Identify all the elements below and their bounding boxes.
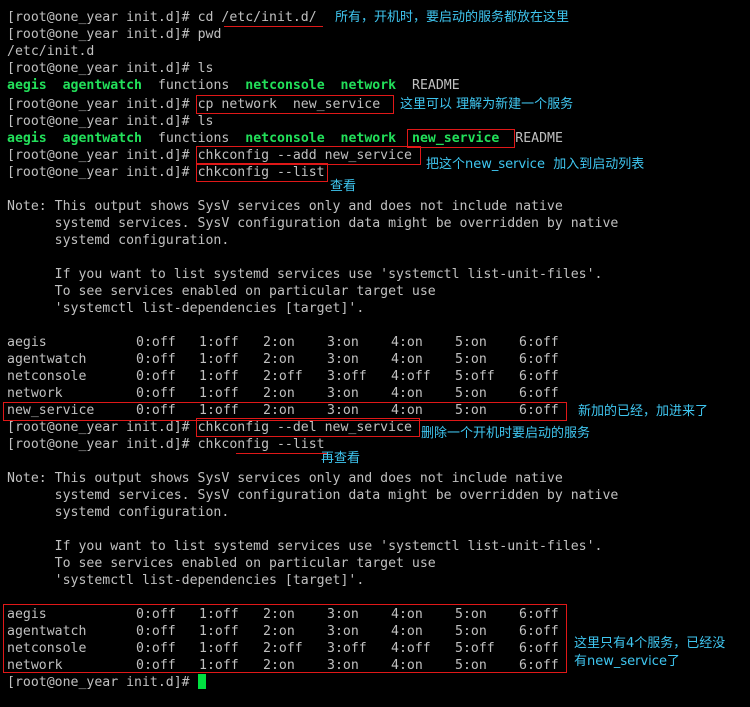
ls-item: agentwatch	[62, 78, 142, 93]
service-name: agentwatch	[7, 352, 87, 367]
annotation-only-four-1: 这里只有4个服务，已经没	[574, 636, 726, 651]
prompt-line-pwd: [root@one_year init.d]# pwd	[7, 26, 221, 43]
runlevel-status: 1:off	[199, 386, 239, 401]
annotation-new-service: 这里可以 理解为新建一个服务	[400, 97, 574, 112]
output-pwd: /etc/init.d	[7, 44, 95, 59]
prompt: [root@one_year init.d]#	[7, 437, 198, 452]
ls-item: netconsole	[245, 131, 325, 146]
service-name: aegis	[7, 335, 47, 350]
runlevel-status: 6:off	[519, 335, 559, 350]
highlight-table-2	[3, 604, 567, 673]
note-line: To see services enabled on particular ta…	[7, 284, 436, 299]
highlight-cp-box	[196, 95, 394, 114]
prompt-line-cd: [root@one_year init.d]# cd /etc/init.d/	[7, 9, 317, 26]
runlevel-status: 5:on	[455, 352, 487, 367]
prompt-line-ls: [root@one_year init.d]# ls	[7, 60, 213, 77]
prompt-line-ls2: [root@one_year init.d]# ls	[7, 113, 213, 130]
command-ls: ls	[197, 61, 214, 76]
cursor[interactable]	[197, 674, 206, 689]
service-name: netconsole	[7, 369, 87, 384]
prompt: [root@one_year init.d]#	[7, 10, 198, 25]
note-line: Note: This output shows SysV services on…	[7, 199, 563, 214]
prompt-line-final[interactable]: [root@one_year init.d]#	[7, 674, 206, 691]
prompt: [root@one_year init.d]#	[7, 148, 198, 163]
runlevel-status: 2:off	[263, 369, 303, 384]
runlevel-status: 0:off	[136, 386, 176, 401]
note-line: If you want to list systemd services use…	[7, 539, 603, 554]
service-name: network	[7, 386, 63, 401]
prompt-line-list2: [root@one_year init.d]# chkconfig --list	[7, 436, 325, 453]
underline-list2	[236, 453, 328, 454]
runlevel-status: 0:off	[136, 352, 176, 367]
ls-item: aegis	[7, 78, 47, 93]
runlevel-status: 5:on	[455, 386, 487, 401]
prompt: [root@one_year init.d]#	[7, 165, 198, 180]
note-line: If you want to list systemd services use…	[7, 267, 603, 282]
runlevel-status: 0:off	[136, 335, 176, 350]
runlevel-status: 4:off	[391, 369, 431, 384]
command-pwd: pwd	[197, 27, 222, 42]
command-cd: cd /etc/init.d/	[197, 10, 317, 25]
runlevel-status: 6:off	[519, 352, 559, 367]
prompt: [root@one_year init.d]#	[7, 61, 198, 76]
prompt: [root@one_year init.d]#	[7, 97, 198, 112]
ls-item: netconsole	[245, 78, 325, 93]
runlevel-status: 3:on	[327, 352, 359, 367]
runlevel-status: 4:on	[391, 352, 423, 367]
runlevel-status: 1:off	[199, 335, 239, 350]
ls-item: functions	[157, 78, 230, 93]
runlevel-status: 1:off	[199, 369, 239, 384]
runlevel-status: 4:on	[391, 386, 423, 401]
command-list: chkconfig --list	[197, 437, 325, 452]
underline-cd	[224, 26, 323, 27]
ls-item: README	[412, 78, 460, 93]
ls-item: agentwatch	[62, 131, 142, 146]
runlevel-status: 3:on	[327, 386, 359, 401]
note-line: systemd services. SysV configuration dat…	[7, 216, 619, 231]
ls-item: network	[340, 131, 397, 146]
terminal-window[interactable]: [root@one_year init.d]# cd /etc/init.d/ …	[0, 0, 750, 707]
ls-item: functions	[157, 131, 230, 146]
runlevel-status: 3:on	[327, 335, 359, 350]
runlevel-status: 3:off	[327, 369, 367, 384]
highlight-del-box	[196, 418, 420, 437]
command-ls: ls	[197, 114, 214, 129]
runlevel-status: 1:off	[199, 352, 239, 367]
runlevel-status: 5:off	[455, 369, 495, 384]
annotation-view: 查看	[330, 179, 357, 194]
ls-item: network	[340, 78, 397, 93]
prompt: [root@one_year init.d]#	[7, 420, 198, 435]
highlight-list-box	[196, 163, 328, 182]
annotation-view-again: 再查看	[321, 451, 361, 466]
annotation-add: 把这个new_service 加入到启动列表	[426, 157, 645, 172]
ls-output-1: aegis agentwatch functions netconsole ne…	[7, 77, 460, 94]
note-line: 'systemctl list-dependencies [target]'.	[7, 301, 365, 316]
annotation-only-four-2: 有new_service了	[574, 654, 680, 669]
runlevel-status: 5:on	[455, 335, 487, 350]
annotation-init-dir: 所有，开机时，要启动的服务都放在这里	[335, 10, 570, 25]
note-line: Note: This output shows SysV services on…	[7, 471, 563, 486]
highlight-new-service-box	[407, 129, 515, 148]
annotation-delete: 删除一个开机时要启动的服务	[421, 426, 591, 441]
prompt: [root@one_year init.d]#	[7, 114, 198, 129]
note-line: systemd services. SysV configuration dat…	[7, 488, 619, 503]
runlevel-status: 2:on	[263, 335, 295, 350]
annotation-added: 新加的已经，加进来了	[578, 404, 709, 419]
runlevel-status: 2:on	[263, 386, 295, 401]
note-line: 'systemctl list-dependencies [target]'.	[7, 573, 365, 588]
prompt: [root@one_year init.d]#	[7, 675, 198, 690]
prompt: [root@one_year init.d]#	[7, 27, 198, 42]
runlevel-status: 6:off	[519, 369, 559, 384]
note-line: systemd configuration.	[7, 233, 230, 248]
runlevel-status: 6:off	[519, 386, 559, 401]
ls-item: aegis	[7, 131, 47, 146]
runlevel-status: 0:off	[136, 369, 176, 384]
runlevel-status: 4:on	[391, 335, 423, 350]
ls-item: README	[515, 131, 563, 146]
note-line: systemd configuration.	[7, 505, 230, 520]
note-line: To see services enabled on particular ta…	[7, 556, 436, 571]
runlevel-status: 2:on	[263, 352, 295, 367]
